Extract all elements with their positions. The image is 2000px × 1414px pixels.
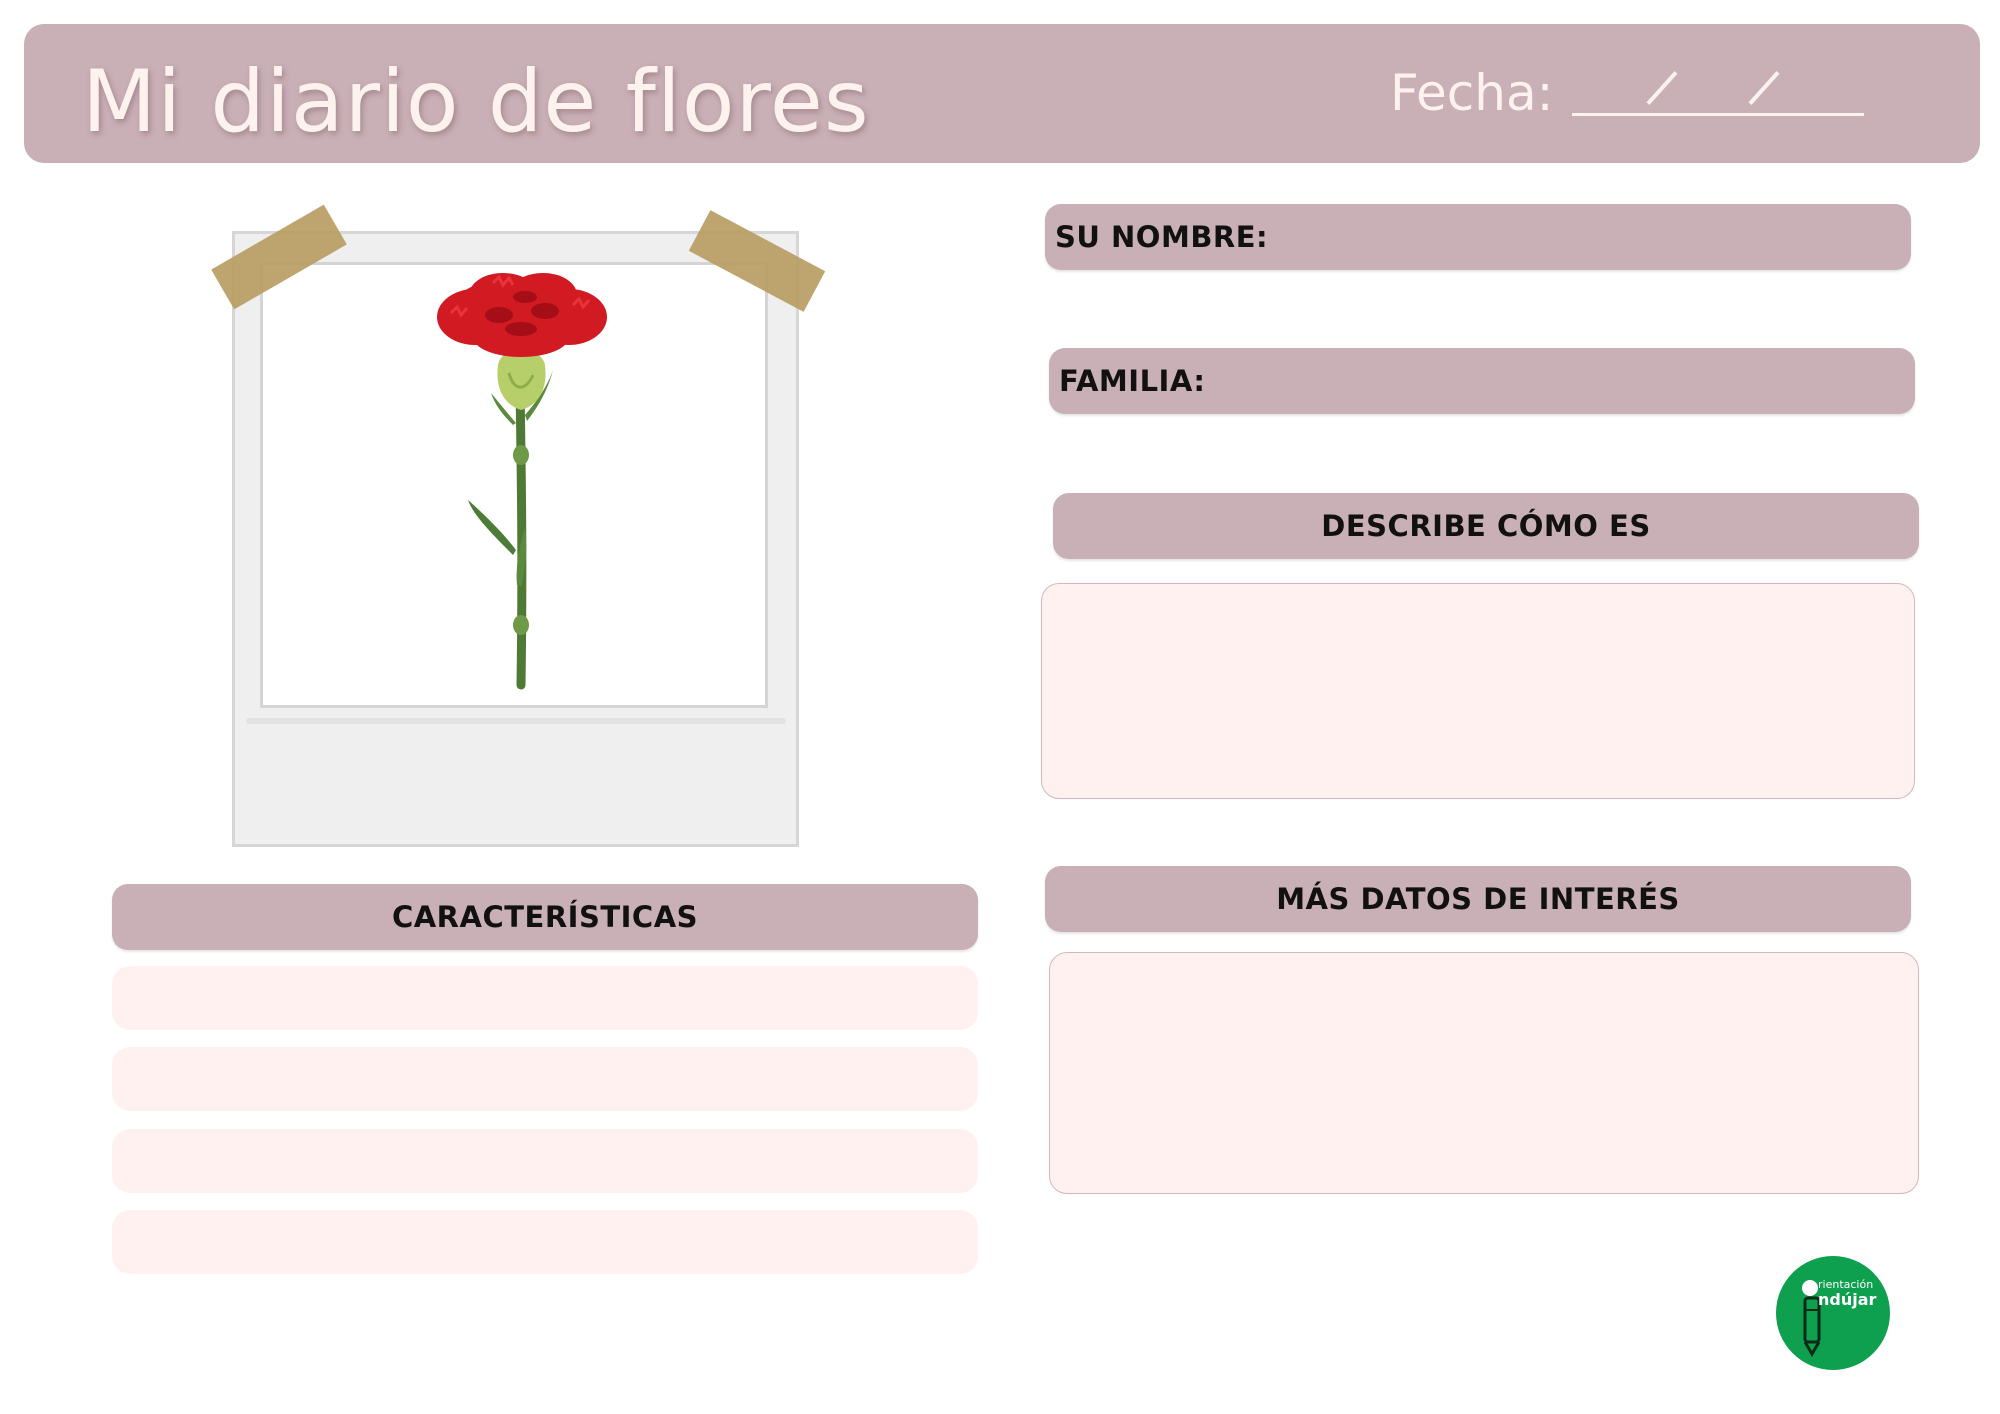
flower-photo (260, 262, 768, 708)
logo-text-2: ndújar (1818, 1290, 1877, 1309)
more-info-header: MÁS DATOS DE INTERÉS (1045, 866, 1911, 932)
characteristics-header: CARACTERÍSTICAS (112, 884, 978, 950)
date-line[interactable] (1572, 113, 1864, 116)
date-label: Fecha: (1390, 64, 1554, 122)
describe-label: DESCRIBE CÓMO ES (1321, 509, 1651, 543)
characteristic-line-4[interactable] (112, 1210, 978, 1274)
characteristic-line-2[interactable] (112, 1047, 978, 1111)
name-label-bar[interactable]: SU NOMBRE: (1045, 204, 1911, 270)
characteristic-line-3[interactable] (112, 1129, 978, 1193)
name-label: SU NOMBRE: (1055, 220, 1269, 254)
polaroid-groove (246, 718, 786, 724)
describe-textarea[interactable] (1041, 583, 1915, 799)
more-info-label: MÁS DATOS DE INTERÉS (1276, 882, 1680, 916)
characteristics-label: CARACTERÍSTICAS (391, 900, 699, 934)
more-info-textarea[interactable] (1049, 952, 1919, 1194)
carnation-illustration (437, 273, 607, 690)
family-label: FAMILIA: (1059, 364, 1206, 398)
describe-header: DESCRIBE CÓMO ES (1053, 493, 1919, 559)
pencil-icon (1802, 1280, 1821, 1357)
page-title: Mi diario de flores (82, 52, 870, 152)
characteristic-line-1[interactable] (112, 966, 978, 1030)
orientacion-andujar-logo: rientación ndújar (1776, 1256, 1890, 1370)
family-label-bar[interactable]: FAMILIA: (1049, 348, 1915, 414)
